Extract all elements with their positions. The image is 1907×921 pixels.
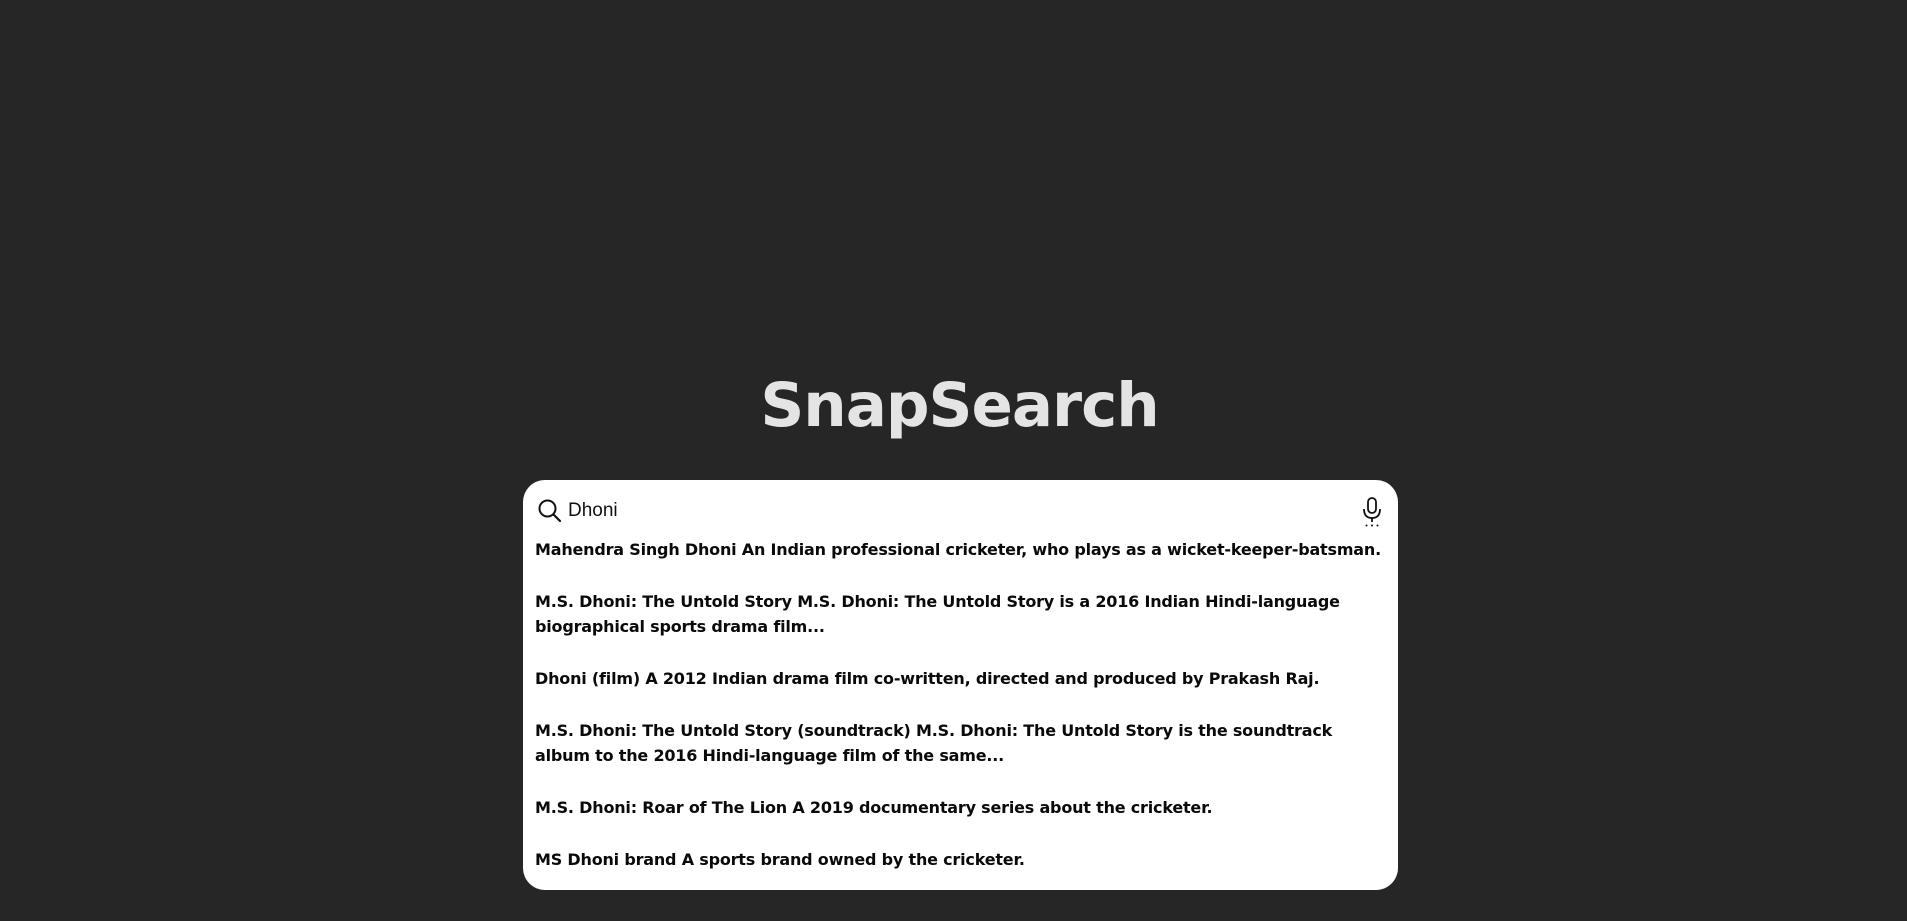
suggestion-item[interactable]: M.S. Dhoni: The Untold Story M.S. Dhoni:… <box>535 589 1386 639</box>
suggestion-list: Mahendra Singh Dhoni An Indian professio… <box>523 537 1398 872</box>
suggestion-title: M.S. Dhoni: Roar of The Lion <box>535 798 787 817</box>
suggestion-title: Mahendra Singh Dhoni <box>535 540 737 559</box>
microphone-icon[interactable] <box>1360 496 1384 528</box>
search-icon <box>537 498 563 524</box>
suggestion-item[interactable]: M.S. Dhoni: The Untold Story (soundtrack… <box>535 718 1386 768</box>
search-bar <box>523 480 1398 540</box>
page: SnapSearch Dhoni Mahendra Singh Dhoni An… <box>0 0 1907 921</box>
search-card: Mahendra Singh Dhoni An Indian professio… <box>523 480 1398 890</box>
search-input[interactable] <box>566 496 1330 526</box>
suggestion-description: A sports brand owned by the cricketer. <box>681 850 1025 869</box>
suggestion-title: M.S. Dhoni: The Untold Story <box>535 592 792 611</box>
suggestion-description: An Indian professional cricketer, who pl… <box>741 540 1381 559</box>
suggestion-item[interactable]: Mahendra Singh Dhoni An Indian professio… <box>535 537 1386 562</box>
suggestion-description: A 2019 documentary series about the cric… <box>792 798 1213 817</box>
suggestion-title: MS Dhoni brand <box>535 850 677 869</box>
app-title: SnapSearch <box>760 370 1159 441</box>
suggestion-item[interactable]: MS Dhoni brand A sports brand owned by t… <box>535 847 1386 872</box>
suggestion-item[interactable]: M.S. Dhoni: Roar of The Lion A 2019 docu… <box>535 795 1386 820</box>
suggestion-description: A 2012 Indian drama film co-written, dir… <box>645 669 1320 688</box>
suggestion-item[interactable]: Dhoni (film) A 2012 Indian drama film co… <box>535 666 1386 691</box>
suggestion-title: M.S. Dhoni: The Untold Story (soundtrack… <box>535 721 911 740</box>
suggestion-title: Dhoni (film) <box>535 669 640 688</box>
